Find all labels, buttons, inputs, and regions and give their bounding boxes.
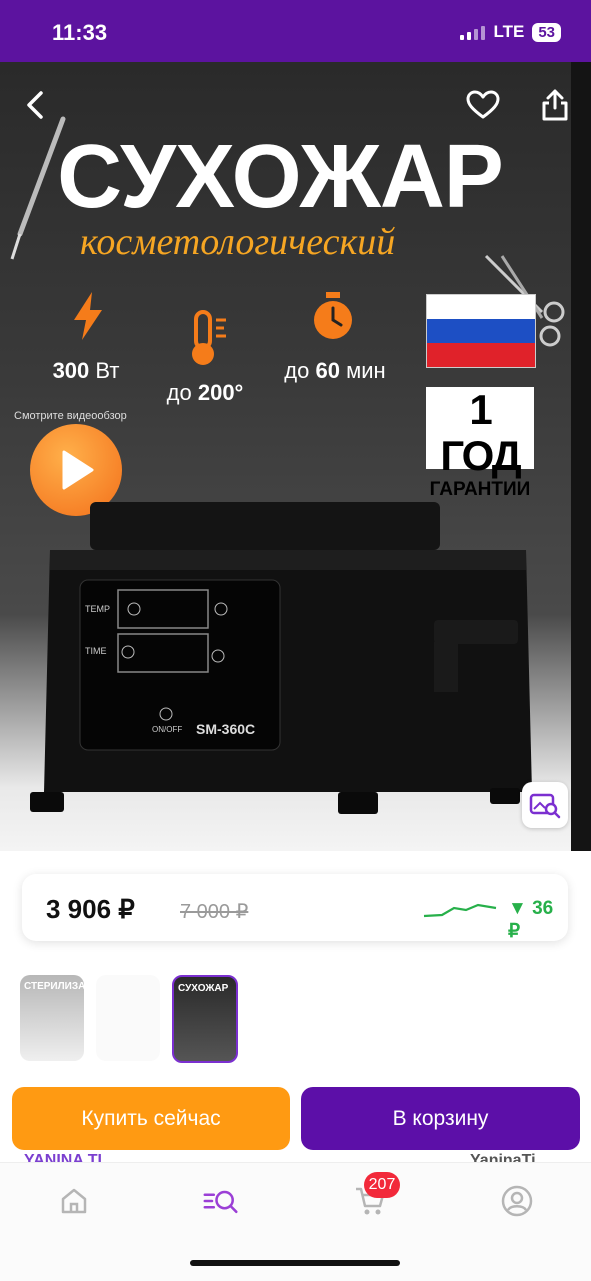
feature-power-unit: Вт (95, 358, 120, 383)
feature-power-value: 300 (52, 358, 90, 383)
share-button[interactable] (535, 85, 575, 125)
image-search-icon (529, 793, 561, 819)
favorite-button[interactable] (463, 85, 503, 125)
play-icon (62, 450, 94, 490)
hero-title: СУХОЖАР (57, 127, 504, 227)
tab-home[interactable] (56, 1183, 92, 1219)
tab-profile[interactable] (499, 1183, 535, 1219)
feature-temp-value: 200° (197, 380, 244, 405)
warranty-years: 1 ГОД (440, 386, 521, 479)
battery-icon: 53 (532, 22, 561, 42)
lightning-icon (74, 292, 102, 340)
signal-icon (460, 24, 486, 40)
russia-flag (426, 294, 536, 368)
thumbnail-1-label: СТЕРИЛИЗАТОР (24, 981, 84, 992)
product-image[interactable]: СУХОЖАР косметологический 300 Вт до 200°… (0, 62, 591, 851)
feature-temp-prefix: до (166, 380, 192, 405)
feature-temp: до 200° (150, 380, 260, 406)
power-label: ON/OFF (152, 725, 182, 734)
cart-count-badge: 207 (364, 1172, 400, 1198)
buy-now-button[interactable]: Купить сейчас (12, 1087, 290, 1150)
thumbnail-3[interactable]: СУХОЖАР (172, 975, 238, 1063)
tab-catalog[interactable] (203, 1183, 239, 1219)
device-illustration: TEMP TIME ON/OFF SM-360C (30, 502, 532, 814)
feature-time-unit: мин (346, 358, 386, 383)
stopwatch-icon (314, 292, 352, 339)
video-ring-text: Смотрите видеообзор (14, 410, 127, 422)
price-delta: ▼ 36 ₽ (508, 898, 554, 942)
feature-time-value: 60 (315, 358, 340, 383)
price-card[interactable]: 3 906 ₽ 7 000 ₽ ▼ 36 ₽ (22, 874, 568, 942)
thermometer-icon (192, 310, 226, 365)
home-indicator (190, 1260, 400, 1266)
share-icon (542, 89, 568, 121)
hero-subtitle: косметологический (80, 221, 396, 263)
heart-icon (466, 90, 500, 119)
thumbnail-1[interactable]: СТЕРИЛИЗАТОР (20, 975, 84, 1061)
status-indicators: LTE 53 (460, 22, 561, 42)
network-label: LTE (493, 22, 525, 41)
next-image-peek (571, 62, 591, 851)
feature-time-prefix: до (284, 358, 310, 383)
add-to-cart-button[interactable]: В корзину (301, 1087, 580, 1150)
price-trend-sparkline (423, 903, 497, 918)
status-bar: 11:33 LTE 53 (0, 0, 591, 62)
feature-power: 300 Вт (40, 358, 132, 384)
image-search-button[interactable] (522, 782, 568, 828)
feature-time: до 60 мин (270, 358, 400, 384)
thumbnail-2[interactable] (96, 975, 160, 1061)
time-label: TIME (85, 646, 107, 656)
model-label: SM-360C (196, 721, 255, 737)
catalog-search-icon (203, 1190, 238, 1214)
status-time: 11:33 (52, 20, 108, 45)
home-icon (61, 1188, 87, 1214)
temp-label: TEMP (85, 604, 110, 614)
warranty-badge: 1 ГОД ГАРАНТИИ (426, 387, 534, 500)
current-price: 3 906 ₽ (46, 894, 135, 924)
thumbnail-3-label: СУХОЖАР (178, 983, 229, 994)
profile-icon (501, 1185, 533, 1217)
old-price: 7 000 ₽ (180, 901, 249, 923)
